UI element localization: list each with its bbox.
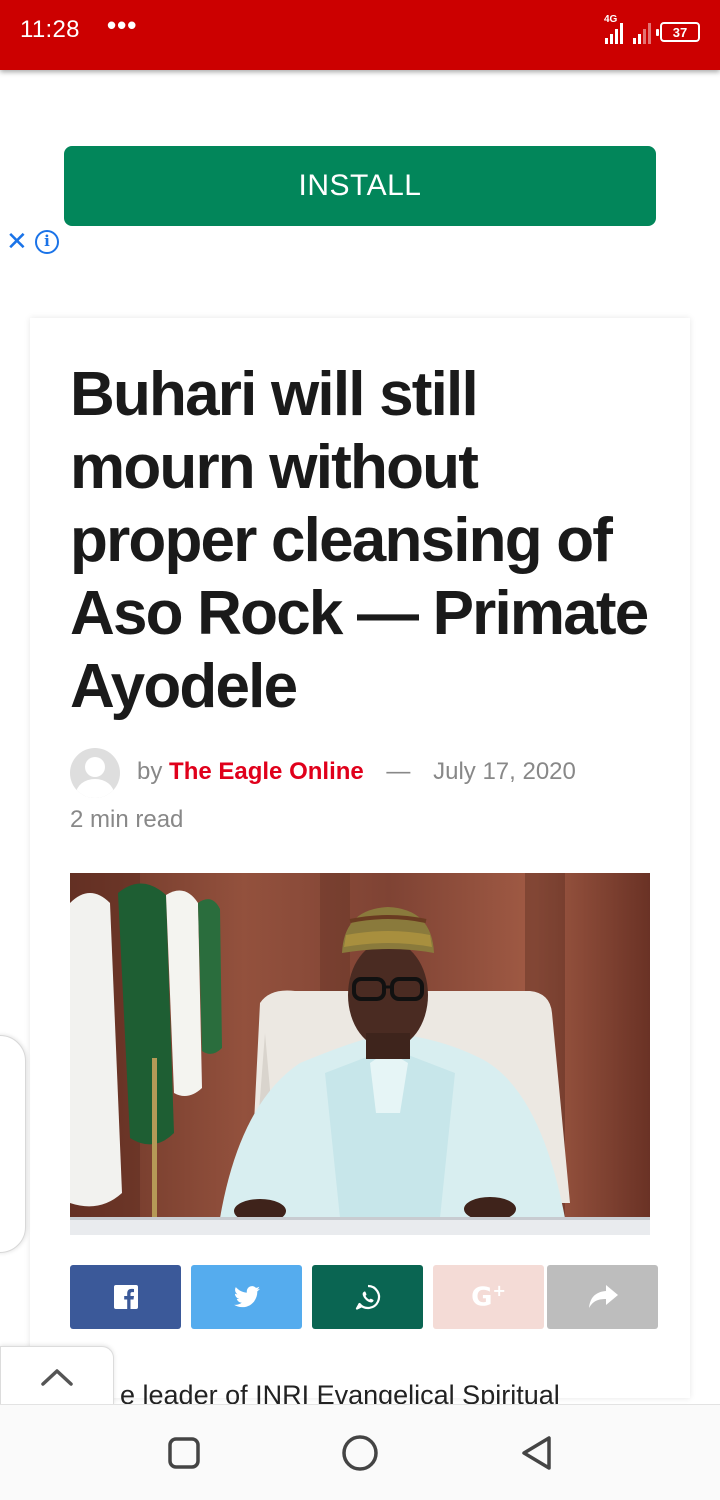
chevron-up-icon <box>41 1368 73 1386</box>
article-card: Buhari will still mourn without proper c… <box>30 318 690 1410</box>
close-icon[interactable]: ✕ <box>6 228 28 254</box>
recent-apps-icon[interactable] <box>164 1433 204 1473</box>
status-icons: 4G 37 <box>604 14 700 44</box>
battery-level: 37 <box>672 24 688 40</box>
back-icon[interactable] <box>516 1433 556 1473</box>
article-headline: Buhari will still mourn without proper c… <box>70 360 649 721</box>
whatsapp-icon <box>355 1284 380 1310</box>
twitter-icon <box>233 1286 260 1308</box>
battery-icon: 37 <box>656 22 700 42</box>
share-twitter-button[interactable] <box>191 1265 302 1329</box>
home-icon[interactable] <box>340 1433 380 1473</box>
signal-4g-icon: 4G <box>604 14 626 44</box>
scroll-to-top-button[interactable] <box>0 1346 114 1406</box>
publish-date: July 17, 2020 <box>433 758 576 785</box>
info-icon[interactable]: i <box>35 230 59 254</box>
author-avatar[interactable] <box>70 748 120 798</box>
author-link[interactable]: The Eagle Online <box>169 758 364 785</box>
install-label: INSTALL <box>298 169 422 202</box>
signal-sim2-icon <box>632 20 654 44</box>
share-google-plus-button[interactable]: G+ <box>433 1265 544 1329</box>
google-plus-icon: G+ <box>471 1281 506 1313</box>
side-drawer-tab[interactable] <box>0 1035 26 1253</box>
by-label: by <box>137 758 163 785</box>
share-more-button[interactable] <box>547 1265 658 1329</box>
share-whatsapp-button[interactable] <box>312 1265 423 1329</box>
notification-dots-icon: ••• <box>107 10 138 40</box>
status-time: 11:28 <box>20 16 80 43</box>
article-meta: by The Eagle Online — July 17, 2020 <box>137 758 576 786</box>
facebook-icon <box>113 1285 138 1309</box>
meta-separator: — <box>386 758 411 785</box>
share-arrow-icon <box>588 1285 618 1308</box>
read-time: 2 min read <box>70 806 184 833</box>
article-photo <box>70 873 650 1235</box>
install-button[interactable]: INSTALL <box>64 146 656 226</box>
network-type-label: 4G <box>604 14 618 25</box>
status-bar: 11:28 ••• 4G 37 <box>0 0 720 70</box>
system-nav-bar <box>0 1404 720 1500</box>
share-facebook-button[interactable] <box>70 1265 181 1329</box>
